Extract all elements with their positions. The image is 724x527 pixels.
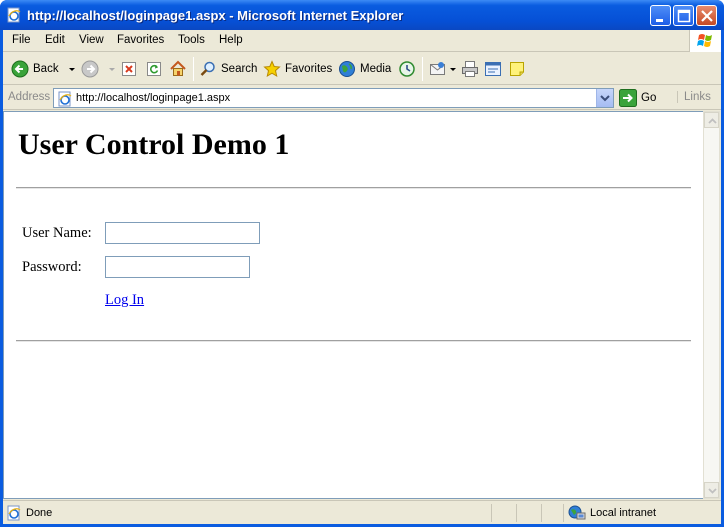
mail-envelope-icon: [430, 62, 445, 75]
menu-tools[interactable]: Tools: [178, 34, 205, 46]
printer-icon: [462, 61, 478, 77]
menu-bar: File Edit View Favorites Tools Help: [3, 30, 721, 52]
menu-file[interactable]: File: [12, 34, 31, 46]
print-button[interactable]: [461, 59, 479, 79]
links-toolbar[interactable]: Links: [677, 91, 711, 103]
search-button[interactable]: Search: [199, 59, 257, 79]
status-pane: [541, 504, 542, 522]
password-label: Password:: [22, 259, 82, 275]
page-heading: User Control Demo 1: [18, 128, 290, 161]
discuss-button[interactable]: [508, 59, 526, 79]
maximize-button[interactable]: [673, 5, 694, 26]
toolbar-separator: [193, 57, 194, 81]
go-button[interactable]: Go: [619, 89, 656, 107]
refresh-icon: [147, 62, 161, 76]
chevron-down-icon: [600, 95, 610, 102]
intranet-icon: [568, 505, 586, 520]
home-icon: [170, 60, 186, 76]
chevron-down-icon[interactable]: [449, 64, 457, 74]
edit-button[interactable]: [484, 59, 502, 79]
login-link[interactable]: Log In: [105, 292, 144, 309]
minimize-button[interactable]: [650, 5, 671, 26]
favorites-button[interactable]: Favorites: [263, 59, 332, 79]
mail-button[interactable]: [429, 59, 457, 79]
back-label: Back: [33, 63, 59, 75]
windows-flag-icon: [697, 34, 712, 47]
status-done: Done: [6, 505, 52, 521]
media-label: Media: [360, 63, 392, 75]
windows-logo: [689, 30, 721, 52]
status-pane: [491, 504, 492, 522]
address-dropdown-button[interactable]: [596, 89, 613, 107]
history-icon: [399, 61, 415, 77]
maximize-icon: [677, 9, 691, 23]
status-text: Done: [26, 507, 53, 519]
window-title: http://localhost/loginpage1.aspx - Micro…: [27, 8, 404, 23]
address-field[interactable]: http://localhost/loginpage1.aspx: [53, 88, 614, 108]
refresh-button[interactable]: [146, 59, 162, 79]
menu-view[interactable]: View: [79, 34, 104, 46]
menu-edit[interactable]: Edit: [45, 34, 65, 46]
browser-window: http://localhost/loginpage1.aspx - Micro…: [0, 0, 724, 527]
media-globe-icon: [339, 61, 355, 77]
zone-text: Local intranet: [590, 507, 657, 519]
title-bar[interactable]: http://localhost/loginpage1.aspx - Micro…: [0, 0, 724, 30]
username-input[interactable]: [105, 222, 260, 244]
chevron-up-icon: [708, 118, 717, 124]
password-input[interactable]: [105, 256, 250, 278]
go-arrow-icon: [619, 89, 637, 107]
search-label: Search: [221, 63, 258, 75]
username-label: User Name:: [22, 225, 92, 241]
close-icon: [701, 10, 713, 22]
back-button[interactable]: Back: [11, 59, 77, 79]
security-zone: Local intranet: [568, 505, 656, 521]
page-content: User Control Demo 1 User Name: Password:…: [3, 111, 703, 499]
note-icon: [510, 62, 524, 76]
address-url: http://localhost/loginpage1.aspx: [76, 92, 231, 104]
ie-page-icon: [58, 91, 72, 107]
status-bar: Done Local intranet: [3, 500, 721, 524]
horizontal-rule: [16, 187, 691, 189]
horizontal-rule: [16, 340, 691, 342]
search-icon: [200, 61, 215, 76]
edit-page-icon: [485, 62, 501, 76]
standard-toolbar: Back Search Favorites Media: [3, 53, 721, 85]
favorites-label: Favorites: [285, 63, 333, 75]
forward-arrow-icon: [81, 60, 99, 78]
history-button[interactable]: [398, 59, 416, 79]
address-bar: Address http://localhost/loginpage1.aspx…: [3, 86, 721, 110]
address-label: Address: [8, 91, 51, 103]
browser-frame: File Edit View Favorites Tools Help Back…: [3, 30, 721, 524]
forward-button[interactable]: [81, 59, 117, 79]
scroll-up-button[interactable]: [704, 112, 719, 128]
chevron-down-icon: [708, 488, 717, 494]
chevron-down-icon[interactable]: [67, 64, 77, 74]
close-button[interactable]: [696, 5, 717, 26]
toolbar-separator: [422, 57, 423, 81]
menu-help[interactable]: Help: [219, 34, 243, 46]
go-label: Go: [641, 92, 657, 104]
stop-icon: [122, 62, 136, 76]
home-button[interactable]: [169, 59, 187, 79]
ie-page-icon: [7, 505, 21, 521]
vertical-scrollbar[interactable]: [703, 111, 720, 499]
stop-button[interactable]: [121, 59, 137, 79]
scroll-down-button[interactable]: [704, 482, 719, 498]
minimize-icon: [656, 19, 663, 22]
status-pane: [516, 504, 517, 522]
ie-page-icon: [7, 7, 21, 23]
media-button[interactable]: Media: [338, 59, 391, 79]
menu-favorites[interactable]: Favorites: [117, 34, 164, 46]
chevron-down-icon[interactable]: [107, 64, 117, 74]
favorites-star-icon: [263, 60, 281, 78]
back-arrow-icon: [11, 60, 29, 78]
status-pane: [563, 504, 564, 522]
